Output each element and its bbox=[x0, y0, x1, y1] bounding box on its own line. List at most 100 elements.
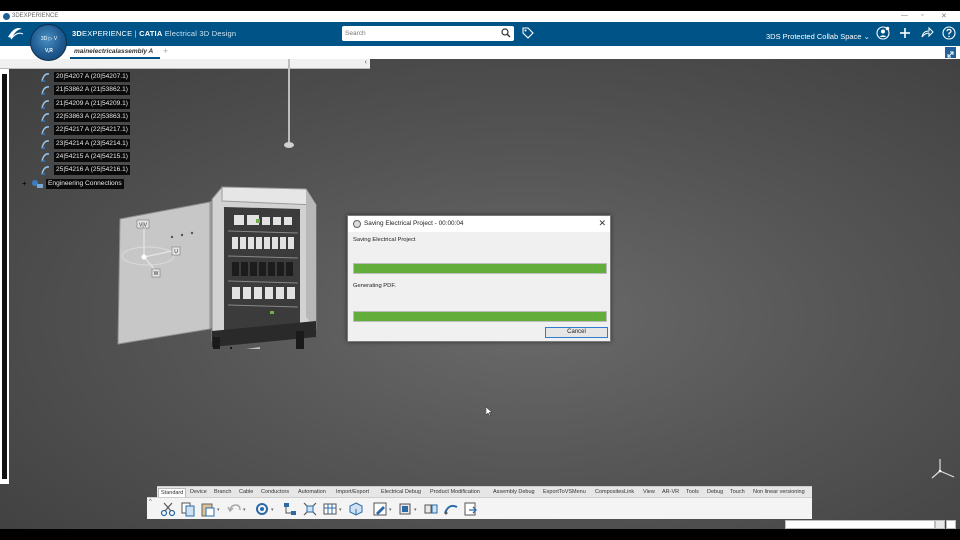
tag-icon[interactable] bbox=[522, 27, 534, 39]
task1-label: Saving Electrical Project bbox=[353, 237, 416, 243]
add-icon[interactable] bbox=[898, 26, 912, 40]
tab-branch[interactable]: Branch bbox=[212, 488, 233, 497]
engineering-connections-icon bbox=[32, 180, 43, 188]
expand-view-icon[interactable] bbox=[945, 47, 956, 58]
task2-progress-bar bbox=[353, 311, 607, 322]
edit-icon[interactable] bbox=[372, 501, 388, 517]
axis-triad-icon[interactable] bbox=[930, 457, 956, 483]
branch-icon[interactable] bbox=[302, 501, 318, 517]
update-options-chevron-icon[interactable]: ▾ bbox=[271, 507, 274, 513]
connector-icon[interactable] bbox=[397, 501, 413, 517]
tab-non-linear-versioning[interactable]: Non linear versioning bbox=[751, 488, 807, 497]
screen: 3DEXPERIENCE — ▫ ✕ 3DEXPERIENCE | CATIA … bbox=[0, 0, 960, 540]
expand-icon[interactable]: + bbox=[22, 179, 27, 188]
table-icon[interactable] bbox=[322, 501, 338, 517]
robot-label-w: W bbox=[154, 271, 159, 277]
route-icon[interactable] bbox=[423, 501, 439, 517]
tab-view[interactable]: View bbox=[641, 488, 657, 497]
wire-icon bbox=[41, 126, 50, 135]
search-input[interactable] bbox=[345, 27, 495, 40]
tab-product-modification[interactable]: Product Modification bbox=[428, 488, 482, 497]
wire-icon bbox=[41, 113, 50, 122]
collab-space-selector[interactable]: 3DS Protected Collab Space ⌄ bbox=[766, 32, 870, 41]
tree-header-strip: ‹ bbox=[0, 59, 370, 69]
chevron-down-icon: ⌄ bbox=[863, 32, 870, 41]
export-icon[interactable] bbox=[463, 501, 479, 517]
product-brand: 3DEXPERIENCE | CATIA Electrical 3D Desig… bbox=[72, 29, 237, 38]
search-box[interactable] bbox=[342, 26, 514, 41]
scrollbar-thumb[interactable] bbox=[2, 74, 7, 479]
tab-mainelectricalassembly[interactable]: mainelectricalassembly A bbox=[74, 48, 153, 55]
search-icon[interactable] bbox=[501, 28, 511, 38]
dialog-app-icon bbox=[353, 220, 361, 228]
collapse-tree-button[interactable]: ‹ bbox=[365, 59, 367, 66]
close-window-button[interactable]: ✕ bbox=[941, 12, 947, 20]
update-icon[interactable] bbox=[254, 501, 270, 517]
help-icon[interactable] bbox=[942, 26, 956, 40]
document-tab-bar: mainelectricalassembly A + bbox=[0, 46, 960, 59]
tab-assembly-debug[interactable]: Assembly Debug bbox=[491, 488, 537, 497]
tab-export-to-vs-menu[interactable]: ExportToVSMenu bbox=[541, 488, 588, 497]
user-profile-icon[interactable] bbox=[876, 26, 890, 40]
window-title-bar: 3DEXPERIENCE — ▫ ✕ bbox=[0, 11, 960, 22]
part-icon[interactable] bbox=[348, 501, 364, 517]
wire-icon bbox=[41, 140, 50, 149]
tab-ar-vr[interactable]: AR-VR bbox=[660, 488, 681, 497]
copy-icon[interactable] bbox=[180, 501, 196, 517]
tab-conductors[interactable]: Conductors bbox=[259, 488, 291, 497]
tree-item-label: 20|54207 A (20|54207.1) bbox=[54, 72, 130, 82]
share-icon[interactable] bbox=[920, 26, 934, 40]
cut-icon[interactable] bbox=[160, 501, 176, 517]
tab-import-export[interactable]: Import/Export bbox=[334, 488, 371, 497]
cancel-button[interactable]: Cancel bbox=[545, 327, 608, 338]
task1-progress-fill bbox=[354, 264, 606, 273]
wire-icon bbox=[41, 100, 50, 109]
task1-progress-bar bbox=[353, 263, 607, 274]
cable-icon[interactable] bbox=[443, 501, 459, 517]
minimize-button[interactable]: — bbox=[901, 12, 908, 19]
app-icon bbox=[3, 13, 10, 20]
connector-options-chevron-icon[interactable]: ▾ bbox=[414, 507, 417, 513]
tree-icon[interactable] bbox=[282, 501, 298, 517]
mouse-cursor-icon bbox=[486, 407, 492, 416]
tree-item-label: 21|54209 A (21|54209.1) bbox=[54, 99, 130, 109]
command-options-button[interactable] bbox=[946, 520, 956, 529]
tree-scrollbar[interactable] bbox=[0, 69, 9, 484]
add-tab-button[interactable]: + bbox=[163, 46, 168, 56]
tab-touch[interactable]: Touch bbox=[728, 488, 747, 497]
robot-label-vv: V|V bbox=[139, 223, 148, 229]
top-bar: 3DEXPERIENCE | CATIA Electrical 3D Desig… bbox=[0, 22, 960, 46]
paste-options-chevron-icon[interactable]: ▾ bbox=[217, 507, 220, 513]
wire-icon bbox=[41, 73, 50, 82]
wire-icon bbox=[41, 86, 50, 95]
tab-composites-link[interactable]: CompositesLink bbox=[593, 488, 636, 497]
tab-electrical-debug[interactable]: Electrical Debug bbox=[379, 488, 423, 497]
compass-top-label: 3D ▷ V bbox=[40, 36, 58, 42]
robot-label-u: U bbox=[174, 249, 178, 255]
tree-item-label: 21|53862 A (21|53862.1) bbox=[54, 85, 130, 95]
paste-icon[interactable] bbox=[200, 501, 216, 517]
saving-project-dialog: Saving Electrical Project - 00:00:04 ✕ S… bbox=[347, 215, 611, 342]
tab-debug[interactable]: Debug bbox=[705, 488, 725, 497]
undo-icon[interactable] bbox=[226, 501, 242, 517]
electrical-cabinet-model[interactable]: V|V U W bbox=[110, 119, 330, 349]
command-input[interactable] bbox=[785, 520, 935, 529]
wire-icon bbox=[41, 153, 50, 162]
ds-logo-icon[interactable] bbox=[6, 25, 24, 44]
tab-device[interactable]: Device bbox=[188, 488, 209, 497]
maximize-button[interactable]: ▫ bbox=[921, 12, 923, 19]
compass-widget[interactable]: 3D ▷ V V,R bbox=[30, 24, 67, 61]
undo-options-chevron-icon[interactable]: ▾ bbox=[243, 507, 246, 513]
dialog-close-button[interactable]: ✕ bbox=[598, 218, 606, 229]
action-bar-icons: ^ ▾ ▾ ▾ ▾ ▾ ▾ bbox=[147, 497, 812, 519]
wire-icon bbox=[41, 166, 50, 175]
command-button[interactable] bbox=[935, 520, 945, 529]
table-options-chevron-icon[interactable]: ▾ bbox=[339, 507, 342, 513]
window-title: 3DEXPERIENCE bbox=[12, 13, 59, 19]
tab-automation[interactable]: Automation bbox=[296, 488, 328, 497]
dialog-title-bar: Saving Electrical Project - 00:00:04 ✕ bbox=[348, 216, 610, 232]
edit-options-chevron-icon[interactable]: ▾ bbox=[389, 507, 392, 513]
tab-cable[interactable]: Cable bbox=[237, 488, 255, 497]
collapse-action-bar-button[interactable]: ^ bbox=[149, 499, 152, 505]
tab-tools[interactable]: Tools bbox=[684, 488, 701, 497]
